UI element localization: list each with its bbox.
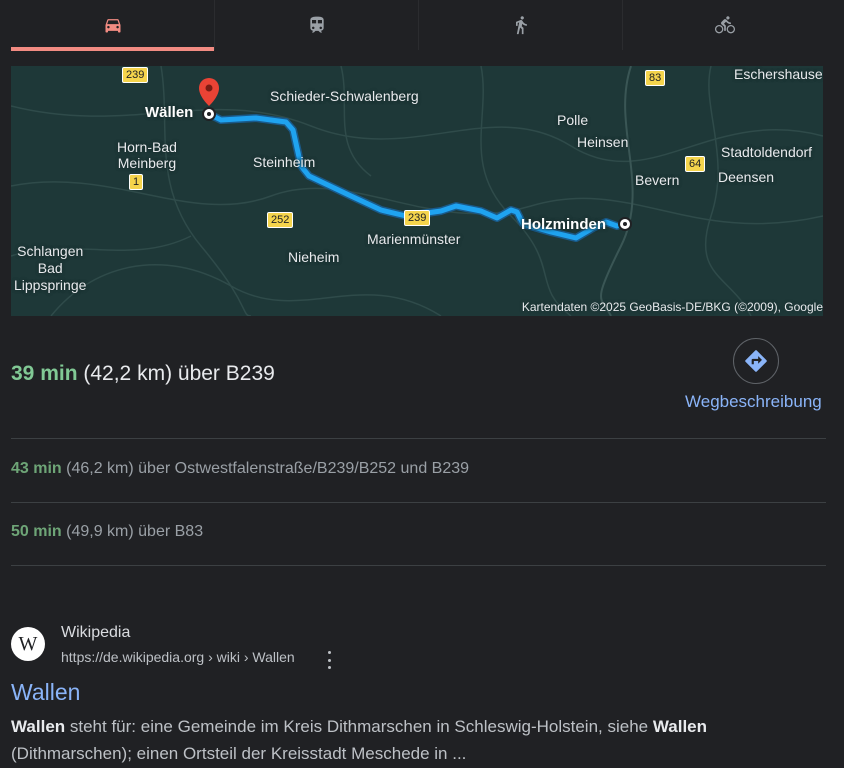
travel-mode-tabs (11, 0, 826, 51)
road-shield-1: 1 (129, 174, 144, 190)
map-label-schieder: Schieder-Schwalenberg (270, 88, 419, 104)
snippet-bold: Wallen (11, 717, 66, 736)
map-label-heinsen: Heinsen (577, 134, 629, 150)
route-map[interactable]: Wällen Schieder-Schwalenberg Eschershaus… (11, 66, 823, 316)
tab-car[interactable] (11, 0, 215, 51)
result-snippet: Wallen steht für: eine Gemeinde im Kreis… (11, 713, 831, 767)
result-title-link[interactable]: Wallen (11, 679, 80, 706)
alt-route-details: (46,2 km) über Ostwestfalenstraße/B239/B… (66, 460, 470, 477)
snippet-text: steht für: eine Gemeinde im Kreis Dithma… (65, 717, 653, 736)
map-attribution: Kartendaten ©2025 GeoBasis-DE/BKG (©2009… (521, 300, 823, 314)
divider (11, 502, 826, 503)
directions-icon (745, 350, 767, 372)
alt-route-time: 50 min (11, 523, 62, 540)
result-site-name[interactable]: Wikipedia (61, 624, 130, 642)
alt-route-2[interactable]: 50 min (49,9 km) über B83 (11, 523, 203, 541)
map-label-holzminden: Holzminden (521, 216, 606, 233)
car-icon (105, 19, 120, 33)
bike-icon (714, 16, 735, 34)
map-label-wallen: Wällen (145, 104, 194, 121)
map-label-eschershausen: Eschershause (734, 66, 823, 82)
map-label-nieheim: Nieheim (288, 249, 340, 265)
map-label-polle: Polle (557, 112, 589, 128)
alt-route-1[interactable]: 43 min (46,2 km) über Ostwestfalenstraße… (11, 460, 469, 478)
more-options-icon[interactable] (322, 651, 336, 669)
result-url[interactable]: https://de.wikipedia.org › wiki › Wallen (61, 649, 295, 665)
main-route[interactable]: 39 min (42,2 km) über B239 (11, 362, 275, 386)
road-shield-252: 252 (267, 212, 294, 228)
divider (11, 438, 826, 439)
walk-icon (515, 16, 527, 35)
alt-route-time: 43 min (11, 460, 62, 477)
road-shield-64: 64 (685, 156, 706, 172)
snippet-bold: Wallen (652, 717, 708, 736)
wikipedia-favicon[interactable]: W (11, 627, 45, 661)
train-icon (309, 16, 324, 33)
alt-route-details: (49,9 km) über B83 (66, 523, 204, 540)
main-route-details: (42,2 km) über B239 (83, 362, 275, 385)
road-shield-83: 83 (645, 70, 666, 86)
road-shield-239b: 239 (404, 210, 431, 226)
map-label-stadtoldendorf: Stadtoldendorf (721, 144, 813, 160)
road-shield-239: 239 (122, 67, 149, 83)
directions-button[interactable] (733, 338, 779, 384)
map-label-horn: Horn-Bad Meinberg (117, 139, 177, 171)
map-label-bevern: Bevern (635, 172, 680, 188)
tab-transit[interactable] (215, 0, 419, 50)
tab-walk[interactable] (419, 0, 623, 50)
directions-label[interactable]: Wegbeschreibung (685, 392, 822, 412)
tab-bike[interactable] (623, 0, 826, 50)
map-label-deensen: Deensen (718, 169, 775, 185)
map-label-marienmuenster: Marienmünster (367, 231, 461, 247)
snippet-text: (Dithmarschen); einen Ortsteil der Kreis… (11, 744, 467, 763)
divider (11, 565, 826, 566)
main-route-time: 39 min (11, 362, 78, 385)
map-label-steinheim: Steinheim (253, 154, 316, 170)
map-label-schlangen: Schlangen Bad Lippspringe (14, 243, 87, 293)
